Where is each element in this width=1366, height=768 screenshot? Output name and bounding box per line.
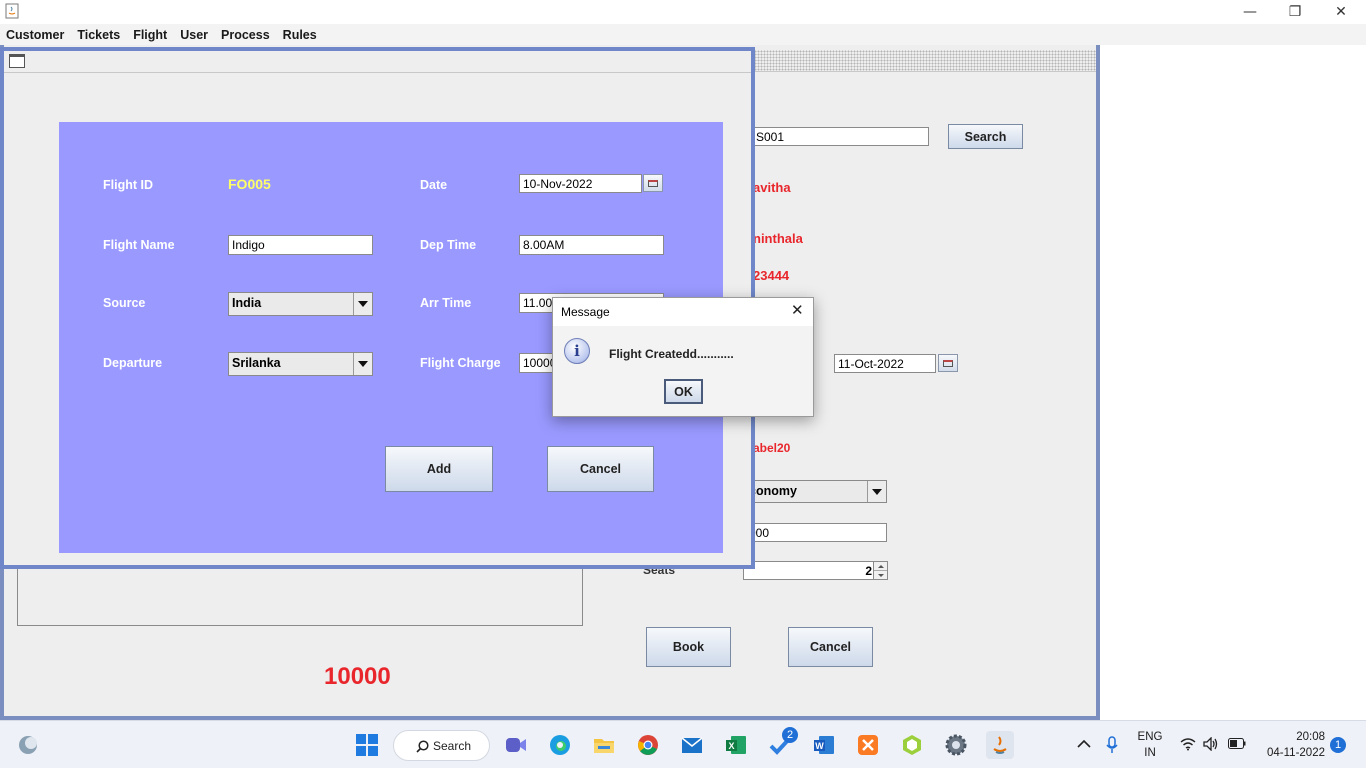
svg-text:X: X (729, 741, 735, 751)
dialog-message: Flight Createdd........... (609, 347, 734, 361)
departure-label: Departure (103, 356, 163, 370)
menu-customer[interactable]: Customer (6, 28, 64, 42)
file-explorer-icon[interactable] (590, 731, 618, 759)
mail-icon[interactable] (678, 731, 706, 759)
flight-id-value: FO005 (228, 176, 271, 192)
dep-time-label: Dep Time (420, 238, 477, 252)
flight-cancel-button[interactable]: Cancel (547, 446, 654, 492)
calendar-button[interactable] (938, 354, 958, 372)
clock-time: 20:08 (1296, 731, 1325, 743)
seats-spinner-arrows[interactable] (873, 561, 888, 580)
notification-badge[interactable]: 1 (1330, 737, 1346, 753)
wifi-icon[interactable] (1180, 737, 1196, 754)
minimize-button[interactable]: — (1227, 0, 1273, 24)
settings-icon[interactable] (942, 731, 970, 759)
close-window-button[interactable]: ✕ (1318, 0, 1364, 24)
source-combo-value: India (232, 296, 262, 310)
taskbar: Search X 2 W ENG IN 20:08 04-11-2022 1 (0, 720, 1366, 768)
flight-name-field[interactable]: Indigo (228, 235, 373, 255)
language-line1: ENG (1137, 731, 1163, 743)
book-button[interactable]: Book (646, 627, 731, 667)
menu-user[interactable]: User (180, 28, 208, 42)
meet-icon[interactable] (502, 731, 530, 759)
menu-process[interactable]: Process (221, 28, 270, 42)
java-app-icon (5, 3, 19, 19)
contact-value: 23444 (753, 268, 790, 283)
flight-charge-label: Flight Charge (420, 356, 501, 370)
taskbar-search-box[interactable]: Search (393, 730, 490, 761)
flight-frame-title-bar[interactable] (4, 51, 751, 73)
departure-combo[interactable]: Srilanka (228, 352, 373, 376)
flight-calendar-button[interactable] (643, 174, 663, 192)
search-button[interactable]: Search (948, 124, 1023, 149)
chevron-down-icon[interactable] (353, 353, 372, 375)
flight-name-label: Flight Name (103, 238, 175, 252)
dialog-title-bar[interactable]: Message ✕ (553, 298, 813, 326)
menu-bar: Customer Tickets Flight User Process Rul… (0, 24, 1366, 45)
chevron-down-icon[interactable] (867, 481, 886, 502)
windows-start-icon[interactable] (353, 731, 381, 759)
close-icon[interactable]: ✕ (791, 301, 804, 319)
spinner-up-icon[interactable] (874, 562, 887, 571)
flight-label-value: abel20 (753, 441, 791, 455)
svg-text:W: W (815, 741, 824, 751)
search-icon (416, 740, 429, 753)
add-button[interactable]: Add (385, 446, 493, 492)
volume-icon[interactable] (1203, 736, 1219, 754)
edge-icon[interactable] (546, 731, 574, 759)
microphone-icon[interactable] (1105, 736, 1119, 757)
copilot-icon[interactable] (14, 731, 42, 759)
dialog-title: Message (561, 305, 610, 319)
xampp-icon[interactable] (854, 731, 882, 759)
flight-id-label: Flight ID (103, 178, 153, 192)
customer-id-field[interactable]: S001 (752, 127, 929, 146)
booking-cancel-button[interactable]: Cancel (788, 627, 873, 667)
ok-button[interactable]: OK (664, 379, 703, 404)
info-icon: i (564, 338, 590, 364)
firstname-value: avitha (753, 180, 791, 195)
arr-time-label: Arr Time (420, 296, 472, 310)
source-combo[interactable]: India (228, 292, 373, 316)
chrome-icon[interactable] (634, 731, 662, 759)
word-icon[interactable]: W (810, 731, 838, 759)
message-dialog: Message ✕ i Flight Createdd........... O… (552, 297, 814, 417)
seats-spinner[interactable]: 2 (743, 561, 876, 580)
chevron-up-icon[interactable] (1076, 737, 1092, 755)
box-icon[interactable] (898, 731, 926, 759)
lastname-value: ninthala (753, 231, 803, 246)
departure-combo-value: Srilanka (232, 356, 281, 370)
battery-icon[interactable] (1228, 738, 1246, 752)
menu-tickets[interactable]: Tickets (77, 28, 120, 42)
taskbar-search-label: Search (433, 738, 472, 753)
calendar-icon (943, 359, 953, 367)
dep-time-field[interactable]: 8.00AM (519, 235, 664, 255)
window-title-bar: — ❐ ✕ (0, 0, 1366, 24)
clock[interactable]: 20:08 04-11-2022 (1255, 729, 1325, 761)
language-line2: IN (1144, 747, 1156, 759)
total-amount: 10000 (324, 663, 391, 690)
spinner-down-icon[interactable] (874, 571, 887, 579)
language-indicator[interactable]: ENG IN (1133, 729, 1167, 761)
price-field[interactable]: 000 (745, 523, 887, 542)
todo-badge: 2 (782, 727, 798, 743)
java-icon[interactable] (986, 731, 1014, 759)
menu-flight[interactable]: Flight (133, 28, 167, 42)
frame-window-icon (9, 54, 25, 68)
flight-date-field[interactable]: 10-Nov-2022 (519, 174, 642, 193)
class-combo[interactable]: conomy (745, 480, 887, 503)
booking-text-area[interactable] (17, 565, 583, 626)
excel-icon[interactable]: X (722, 731, 750, 759)
restore-button[interactable]: ❐ (1272, 0, 1318, 24)
calendar-icon (648, 179, 658, 187)
date-label: Date (420, 178, 448, 192)
menu-rules[interactable]: Rules (283, 28, 317, 42)
clock-date: 04-11-2022 (1267, 747, 1325, 759)
class-combo-value: conomy (749, 484, 797, 498)
chevron-down-icon[interactable] (353, 293, 372, 315)
booking-date-field[interactable]: 11-Oct-2022 (834, 354, 936, 373)
source-label: Source (103, 296, 146, 310)
